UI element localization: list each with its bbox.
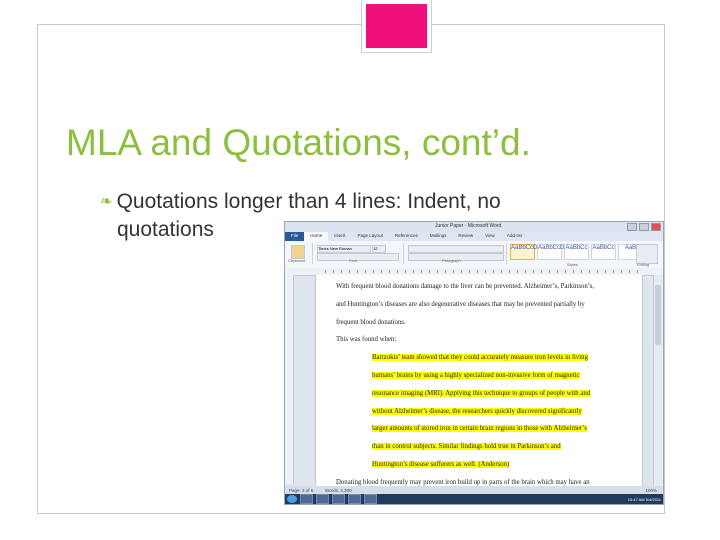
styles-gallery: AaBbCcDc AaBbCcDc AaBbCc AaBbCc AaB [510,244,643,260]
window-controls [627,223,661,231]
ruler-ticks [325,270,643,273]
document-line: With frequent blood donations damage to … [336,283,595,290]
taskbar-media-icon[interactable] [332,494,345,504]
zoom-level[interactable]: 100% [645,488,657,493]
style-no-spacing[interactable]: AaBbCcDc [537,244,567,260]
bullet-text-line2: quotations [117,218,214,241]
minimize-icon[interactable] [627,223,637,231]
font-group: Times New Roman 12 Font [315,243,404,264]
document-page[interactable]: With frequent blood donations damage to … [315,275,643,486]
status-words[interactable]: Words: 2,300 [325,488,352,493]
group-label-clipboard: Clipboard [288,258,306,263]
font-name-select[interactable]: Times New Roman [317,245,371,253]
taskbar-word-icon[interactable] [364,494,377,504]
scrollbar-thumb[interactable] [655,285,661,345]
clock-date: 5/4/2011 [645,496,661,502]
accent-tab [361,0,432,53]
clock-time: 10:47 AM [627,496,645,502]
bullet-flourish-icon: ❧ [100,193,113,210]
group-label-font: Font [349,258,358,263]
window-title: Junior Paper - Microsoft Word [435,223,502,229]
taskbar-clock: 10:47 AM 5/4/2011 [628,497,661,502]
tab-add-ins[interactable]: Add-Ins [501,232,529,241]
tab-references[interactable]: References [389,232,424,241]
close-icon[interactable] [651,223,661,231]
maximize-icon[interactable] [639,223,649,231]
document-line: and Huntington’s diseases are also degen… [336,300,585,308]
block-quote-line: Huntington’s disease sufferers as well. … [372,461,510,468]
word-screenshot: Junior Paper - Microsoft Word File Home … [284,221,664,505]
style-heading1[interactable]: AaBbCc [564,244,589,260]
ribbon-tabs: File Home Insert Page Layout References … [285,232,663,241]
vertical-scrollbar[interactable] [653,275,663,486]
document-line: Donating blood frequently may prevent ir… [336,478,590,486]
clipboard-group: Clipboard [287,243,313,264]
list-buttons[interactable] [408,245,504,253]
tab-page-layout[interactable]: Page Layout [352,232,389,241]
block-quote-line: larger amounts of stored iron in certain… [372,425,587,433]
status-page[interactable]: Page: 3 of 6 [289,488,313,493]
bullet-point: ❧ Quotations longer than 4 lines: Indent,… [100,190,501,214]
style-heading2[interactable]: AaBbCc [591,244,616,260]
group-label-styles: Styles [567,262,578,267]
font-size-select[interactable]: 12 [372,245,386,253]
tab-review[interactable]: Review [452,232,479,241]
style-normal[interactable]: AaBbCcDc [510,244,540,260]
vertical-ruler [285,275,294,484]
tab-home[interactable]: Home [304,232,329,241]
group-label-editing: Editing [637,262,650,267]
bullet-text-line1: Quotations longer than 4 lines: Indent, … [116,190,501,213]
word-titlebar: Junior Paper - Microsoft Word [285,222,663,232]
tab-insert[interactable]: Insert [328,232,351,241]
block-quote-line: Bartzokis’ team showed that they could a… [372,354,588,362]
start-button[interactable] [287,495,297,503]
editing-group[interactable] [636,244,658,264]
block-quote-line: than in control subjects. Similar findin… [372,443,561,451]
block-quote-line: humans’ brains by using a highly special… [372,372,580,379]
paragraph-group: Paragraph [406,243,507,264]
tab-view[interactable]: View [479,232,501,241]
taskbar-explorer-icon[interactable] [300,494,313,504]
font-format-buttons[interactable] [317,253,399,261]
windows-taskbar: 10:47 AM 5/4/2011 [285,494,663,504]
block-quote-line: resonance imaging (MRI). Applying this t… [372,389,591,397]
slide-title: MLA and Quotations, cont’d. [66,122,531,163]
taskbar-firefox-icon[interactable] [348,494,361,504]
group-label-paragraph: Paragraph [442,258,461,263]
document-line: This was found when: [336,336,397,344]
tab-mailings[interactable]: Mailings [424,232,453,241]
block-quote-line: without Alzheimer’s disease, the researc… [372,407,582,415]
ribbon: Clipboard Times New Roman 12 Font Paragr… [285,241,663,269]
document-line: frequent blood donations. [336,318,406,326]
paste-icon[interactable] [291,245,305,259]
tab-file[interactable]: File [285,232,305,241]
taskbar-ie-icon[interactable] [316,494,329,504]
